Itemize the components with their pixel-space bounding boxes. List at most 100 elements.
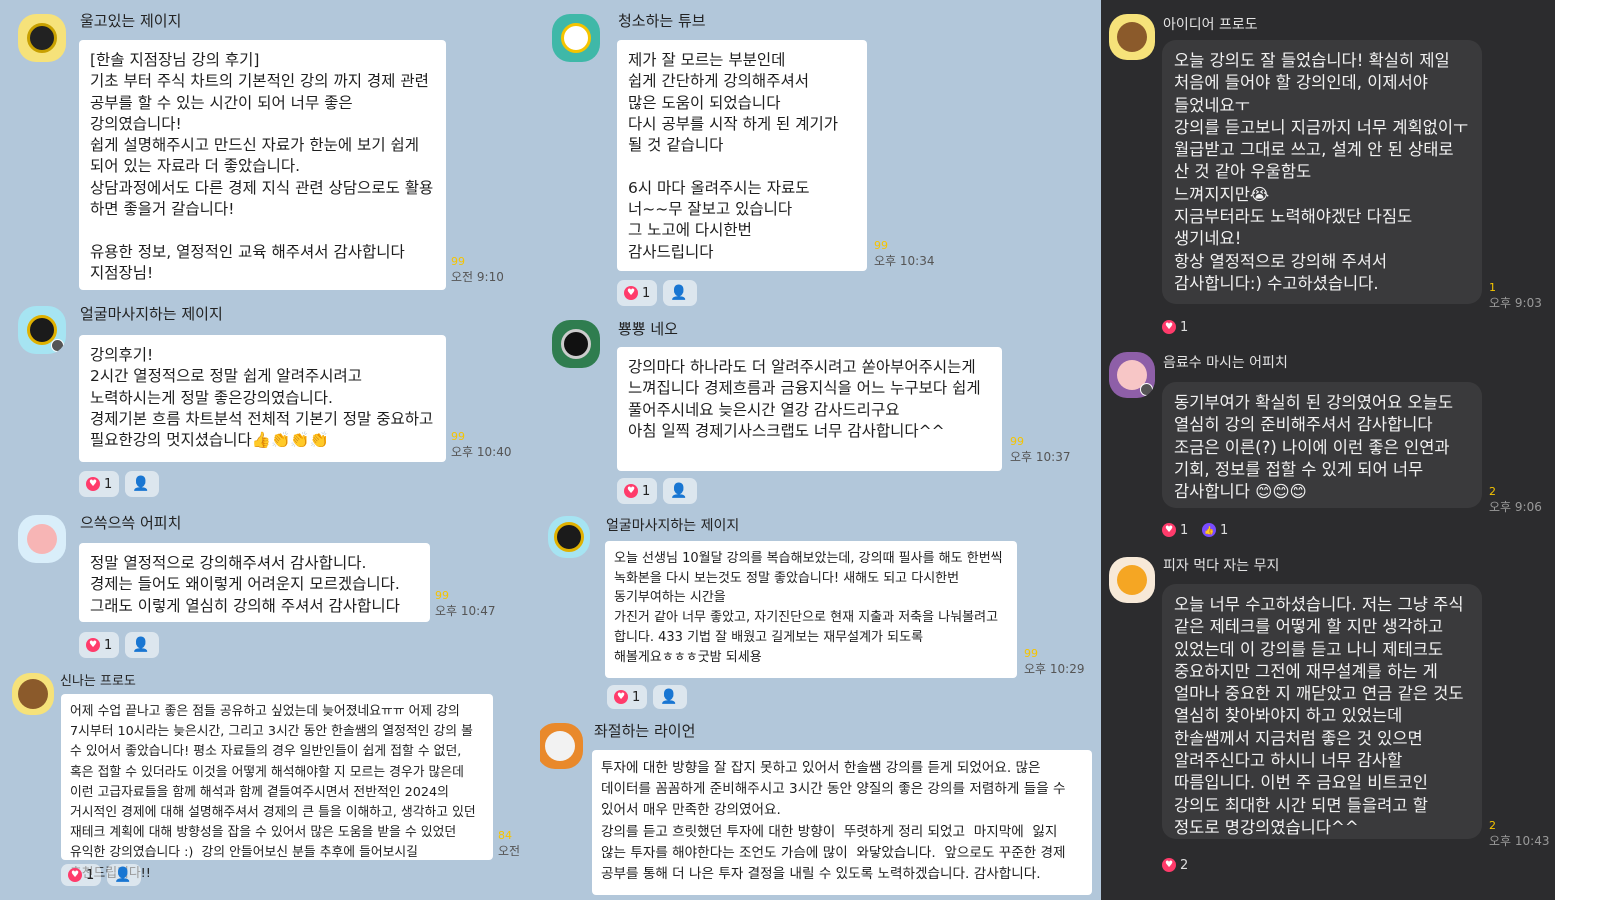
message-bubble[interactable]: 오늘 강의도 잘 들었습니다! 확실히 제일 처음에 들어야 할 강의인데, 이… xyxy=(1162,40,1482,304)
avatar[interactable] xyxy=(552,14,600,62)
timestamp: 오전 9:10 xyxy=(451,270,504,284)
timestamp: 오후 10:40 xyxy=(451,445,512,459)
heart-icon: ♥ xyxy=(1162,858,1176,872)
add-reaction-button[interactable]: 👤 xyxy=(653,685,688,709)
message-meta: 99 오후 10:37 xyxy=(1010,436,1070,465)
heart-icon: ♥ xyxy=(1162,523,1176,537)
add-reaction-button[interactable]: 👤 xyxy=(663,280,698,306)
read-count: 99 xyxy=(451,255,465,268)
read-count: 2 xyxy=(1489,485,1496,498)
timestamp: 오후 10:34 xyxy=(874,254,935,268)
heart-icon: ♥ xyxy=(624,484,638,498)
chat-panel-right: 아이디어 프로도 오늘 강의도 잘 들었습니다! 확실히 제일 처음에 들어야 … xyxy=(1101,0,1600,900)
heart-reaction[interactable]: ♥ 2 xyxy=(1162,852,1196,878)
message-bubble[interactable]: 오늘 너무 수고하셨습니다. 저는 그냥 주식 같은 제테크를 어떻게 할 지만… xyxy=(1162,584,1482,839)
message-meta: 99 오후 10:40 xyxy=(451,431,511,460)
avatar[interactable] xyxy=(1109,557,1155,603)
sender-name: 얼굴마사지하는 제이지 xyxy=(80,305,223,323)
heart-reaction[interactable]: ♥ 1 xyxy=(617,280,658,306)
person-icon: 👤 xyxy=(660,689,678,705)
message-bubble[interactable]: [한솔 지점장님 강의 후기] 기초 부터 주식 차트의 기본적인 강의 까지 … xyxy=(79,40,446,290)
read-count: 99 xyxy=(435,589,449,602)
sender-name: 피자 먹다 자는 무지 xyxy=(1163,558,1280,574)
reactions: ♥ 1 👍 1 xyxy=(1162,517,1236,543)
message-bubble[interactable]: 어제 수업 끝나고 좋은 점들 공유하고 싶었는데 늦어졌네요ㅠㅠ 어제 강의 … xyxy=(61,694,493,881)
message-bubble[interactable]: 오늘 선생님 10월달 강의를 복습해보았는데, 강의때 필사를 해도 한번씩 … xyxy=(605,541,1017,678)
add-reaction-button[interactable]: 👤 xyxy=(663,478,698,504)
avatar[interactable] xyxy=(552,320,600,368)
avatar[interactable] xyxy=(1109,14,1155,60)
sender-name: 청소하는 튜브 xyxy=(618,12,706,30)
reactions: ♥ 2 xyxy=(1162,852,1196,878)
heart-reaction[interactable]: ♥ 1 xyxy=(79,471,120,497)
timestamp: 오후 10:43 xyxy=(1489,834,1550,848)
avatar[interactable] xyxy=(548,516,590,558)
sender-name: 아이디어 프로도 xyxy=(1163,17,1258,33)
sender-name: 얼굴마사지하는 제이지 xyxy=(606,518,740,534)
heart-reaction[interactable]: ♥ 1 xyxy=(1162,314,1196,340)
read-count: 99 xyxy=(451,430,465,443)
avatar[interactable] xyxy=(18,306,66,354)
timestamp: 오후 9:03 xyxy=(1489,296,1542,310)
heart-icon: ♥ xyxy=(86,638,100,652)
heart-reaction[interactable]: ♥ 1 xyxy=(617,478,658,504)
heart-reaction[interactable]: ♥ 1 xyxy=(61,864,102,886)
message-bubble[interactable]: 정말 열정적으로 강의해주셔서 감사합니다. 경제는 들어도 왜이렇게 어려운지… xyxy=(79,543,430,622)
avatar[interactable] xyxy=(18,14,66,62)
message-bubble[interactable]: 강의후기! 2시간 열정적으로 정말 쉽게 알려주시려고 노력하시는게 정말 좋… xyxy=(79,335,446,462)
message-bubble[interactable]: 투자에 대한 방향을 잘 잡지 못하고 있어서 한솔쌤 강의를 듣게 되었어요.… xyxy=(592,750,1092,895)
reactions: ♥ 1 👤 xyxy=(79,632,160,658)
heart-reaction[interactable]: ♥ 1 xyxy=(1162,517,1196,543)
person-icon: 👤 xyxy=(114,867,132,883)
read-count: 84 xyxy=(498,829,512,842)
heart-icon: ♥ xyxy=(68,868,82,882)
message-meta: 84 오전 xyxy=(498,830,520,859)
person-icon: 👤 xyxy=(132,476,150,492)
reactions: ♥ 1 👤 xyxy=(61,864,142,886)
read-count: 2 xyxy=(1489,819,1496,832)
person-icon: 👤 xyxy=(132,637,150,653)
read-count: 1 xyxy=(1489,281,1496,294)
add-reaction-button[interactable]: 👤 xyxy=(107,864,142,886)
heart-icon: ♥ xyxy=(614,690,628,704)
message-meta: 99 오후 10:47 xyxy=(435,590,495,619)
timestamp: 오후 10:29 xyxy=(1024,662,1085,676)
message-meta: 99 오후 10:29 xyxy=(1024,648,1084,677)
avatar[interactable] xyxy=(18,515,66,563)
sender-name: 뿅뿅 네오 xyxy=(618,320,678,338)
read-count: 99 xyxy=(1010,435,1024,448)
avatar[interactable] xyxy=(540,723,583,769)
admin-badge-icon xyxy=(1140,383,1153,396)
message-bubble[interactable]: 제가 잘 모르는 부분인데 쉽게 간단하게 강의해주셔서 많은 도움이 되었습니… xyxy=(617,40,867,271)
thumbs-up-reaction[interactable]: 👍 1 xyxy=(1202,517,1236,543)
message-bubble[interactable]: 동기부여가 확실히 된 강의였어요 오늘도 열심히 강의 준비해주셔서 감사합니… xyxy=(1162,382,1482,508)
avatar[interactable] xyxy=(1109,352,1155,398)
add-reaction-button[interactable]: 👤 xyxy=(125,471,160,497)
timestamp: 오전 xyxy=(498,844,521,858)
message-bubble[interactable]: 강의마다 하나라도 더 알려주시려고 쏟아부어주시는게 느껴집니다 경제흐름과 … xyxy=(617,347,1002,471)
sender-name: 신나는 프로도 xyxy=(60,674,136,689)
message-meta: 2 오후 9:06 xyxy=(1489,486,1542,515)
sender-name: 울고있는 제이지 xyxy=(80,12,182,30)
timestamp: 오후 10:47 xyxy=(435,604,496,618)
sender-name: 음료수 마시는 어피치 xyxy=(1163,355,1288,371)
message-meta: 1 오후 9:03 xyxy=(1489,282,1542,311)
page-margin xyxy=(1555,0,1600,900)
reactions: ♥ 1 xyxy=(1162,314,1196,340)
reactions: ♥ 1 👤 xyxy=(617,478,698,504)
reactions: ♥ 1 👤 xyxy=(607,685,688,709)
heart-icon: ♥ xyxy=(86,477,100,491)
message-meta: 99 오후 10:34 xyxy=(874,240,934,269)
heart-reaction[interactable]: ♥ 1 xyxy=(79,632,120,658)
sender-name: 좌절하는 라이언 xyxy=(594,722,696,740)
avatar[interactable] xyxy=(12,673,54,715)
read-count: 99 xyxy=(1024,647,1038,660)
message-meta: 2 오후 10:43 xyxy=(1489,820,1549,849)
sender-name: 으쓱으쓱 어피치 xyxy=(80,514,182,532)
add-reaction-button[interactable]: 👤 xyxy=(125,632,160,658)
person-icon: 👤 xyxy=(670,285,688,301)
admin-badge-icon xyxy=(51,339,64,352)
timestamp: 오후 9:06 xyxy=(1489,500,1542,514)
heart-icon: ♥ xyxy=(1162,320,1176,334)
heart-reaction[interactable]: ♥ 1 xyxy=(607,685,648,709)
